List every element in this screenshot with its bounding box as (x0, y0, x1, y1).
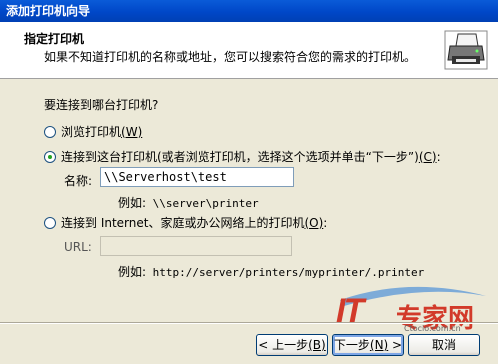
url-input[interactable] (100, 236, 292, 256)
url-example-value: http://server/printers/myprinter/.printe… (152, 266, 425, 279)
back-button-label: < 上一步 (258, 338, 309, 352)
connect-suffix: : (436, 149, 441, 164)
printer-name-input[interactable]: \\Serverhost\test (100, 167, 294, 187)
cancel-button[interactable]: 取消 (408, 334, 480, 356)
next-button[interactable]: 下一步(N) > (332, 334, 404, 356)
name-label: 名称: (64, 174, 93, 188)
window-titlebar: 添加打印机向导 (0, 0, 498, 22)
watermark-brand-cn: 专家网 (396, 304, 475, 334)
window-title: 添加打印机向导 (6, 4, 91, 18)
connect-printer-option[interactable]: 连接到这台打印机(或者浏览打印机，选择这个选项并单击“下一步”) (C) : (44, 148, 441, 165)
internet-label[interactable]: 连接到 Internet、家庭或办公网络上的打印机 (61, 214, 304, 231)
browse-radio[interactable] (44, 125, 56, 138)
name-example-value: \\server\printer (152, 197, 259, 210)
printer-icon (444, 30, 488, 70)
browse-shortcut: (W) (121, 124, 143, 139)
next-button-label: 下一步 (333, 338, 370, 352)
internet-shortcut: (O) (304, 215, 324, 230)
url-example-label: 例如: (118, 265, 147, 279)
footer-divider (0, 322, 498, 324)
next-shortcut: (N) (369, 338, 389, 352)
name-example: 例如: \\server\printer (118, 194, 259, 211)
watermark-swoosh (340, 286, 486, 306)
internet-printer-option[interactable]: 连接到 Internet、家庭或办公网络上的打印机 (O) : (44, 214, 327, 231)
connect-label[interactable]: 连接到这台打印机(或者浏览打印机，选择这个选项并单击“下一步”) (61, 148, 419, 165)
name-example-label: 例如: (118, 196, 147, 210)
internet-radio[interactable] (44, 216, 56, 229)
browse-label[interactable]: 浏览打印机 (61, 123, 121, 140)
question-label: 要连接到哪台打印机? (44, 98, 159, 112)
connect-radio[interactable] (44, 150, 56, 163)
wizard-header: 指定打印机 如果不知道打印机的名称或地址，您可以搜索符合您的需求的打印机。 (0, 22, 498, 79)
url-example: 例如: http://server/printers/myprinter/.pr… (118, 263, 424, 280)
back-button[interactable]: < 上一步(B) (256, 334, 328, 356)
page-subtitle: 如果不知道打印机的名称或地址，您可以搜索符合您的需求的打印机。 (44, 50, 417, 64)
cancel-button-label: 取消 (431, 338, 456, 352)
back-shortcut: (B) (308, 338, 326, 352)
page-title: 指定打印机 (24, 32, 85, 46)
internet-suffix: : (323, 215, 328, 230)
site-watermark: IT 专家网 Ctocio.com.cn (300, 282, 496, 342)
watermark-domain: Ctocio.com.cn (404, 324, 461, 333)
watermark-brand-latin: IT (336, 292, 364, 330)
next-suffix: > (388, 338, 403, 352)
url-label: URL: (64, 240, 92, 254)
browse-printer-option[interactable]: 浏览打印机 (W) (44, 123, 142, 140)
connect-shortcut: (C) (418, 149, 437, 164)
